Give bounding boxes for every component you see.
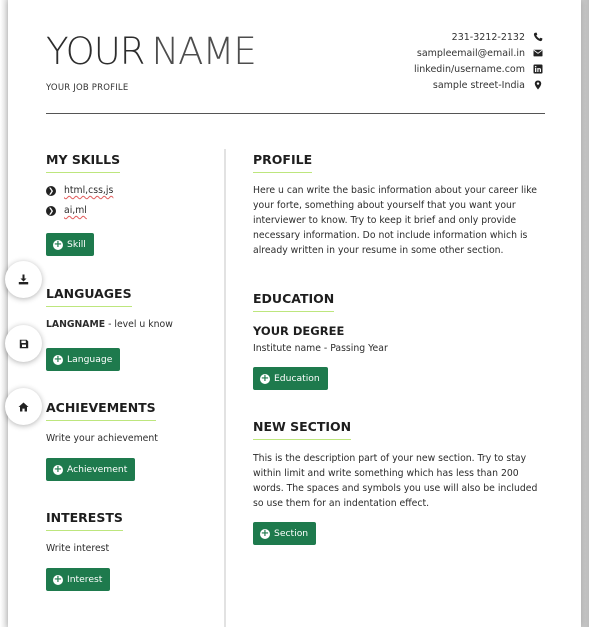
achievement-text[interactable]: Write your achievement — [46, 431, 158, 446]
background-left — [0, 0, 8, 627]
background-right — [581, 0, 589, 627]
languages-heading[interactable]: LANGUAGES — [46, 286, 132, 307]
header-divider — [46, 113, 545, 114]
chevron-right-icon: ❯ — [46, 185, 56, 196]
full-name[interactable]: YOUR NAME — [46, 30, 257, 73]
linkedin-icon — [533, 64, 543, 74]
add-skill-button[interactable]: + Skill — [46, 233, 94, 256]
column-divider — [224, 149, 226, 627]
save-button[interactable] — [5, 325, 42, 362]
interests-heading[interactable]: INTERESTS — [46, 510, 123, 531]
map-marker-icon — [533, 80, 543, 90]
save-icon — [19, 334, 29, 353]
add-language-button[interactable]: + Language — [46, 348, 121, 371]
degree-title[interactable]: YOUR DEGREE — [253, 324, 344, 339]
contact-phone[interactable]: 231-3212-2132 — [414, 29, 543, 45]
add-education-button[interactable]: + Education — [253, 367, 328, 390]
contact-linkedin[interactable]: linkedin/username.com — [414, 61, 543, 77]
add-achievement-button[interactable]: + Achievement — [46, 458, 136, 481]
plus-circle-icon: + — [53, 463, 63, 475]
plus-circle-icon: + — [53, 573, 63, 585]
language-level[interactable]: - level u know — [105, 319, 173, 330]
language-name[interactable]: LANGNAME — [46, 319, 105, 330]
contact-email[interactable]: sampleemail@email.in — [414, 45, 543, 61]
plus-circle-icon: + — [260, 372, 270, 384]
home-icon — [18, 397, 29, 416]
last-name[interactable]: NAME — [152, 30, 257, 73]
phone-icon — [533, 32, 543, 42]
institute-text[interactable]: Institute name - Passing Year — [253, 341, 388, 356]
education-heading[interactable]: EDUCATION — [253, 291, 335, 312]
language-entry[interactable]: LANGNAME - level u know — [46, 317, 173, 332]
plus-circle-icon: + — [53, 238, 63, 250]
profile-text[interactable]: Here u can write the basic information a… — [253, 183, 543, 258]
plus-circle-icon: + — [53, 353, 63, 365]
first-name[interactable]: YOUR — [46, 30, 145, 73]
skills-heading[interactable]: MY SKILLS — [46, 152, 121, 173]
download-button[interactable] — [5, 261, 42, 298]
add-section-button[interactable]: + Section — [253, 522, 317, 545]
add-interest-button[interactable]: + Interest — [46, 568, 111, 591]
new-section-text[interactable]: This is the description part of your new… — [253, 451, 548, 511]
home-button[interactable] — [5, 388, 42, 425]
achievements-heading[interactable]: ACHIEVEMENTS — [46, 400, 156, 421]
contact-block: 231-3212-2132 sampleemail@email.in linke… — [414, 29, 543, 93]
resume-page: YOUR NAME YOUR JOB PROFILE 231-3212-2132 … — [8, 0, 581, 627]
skill-item[interactable]: ❯ html,css,js — [46, 185, 113, 196]
interest-text[interactable]: Write interest — [46, 541, 109, 556]
chevron-right-icon: ❯ — [46, 205, 56, 216]
profile-heading[interactable]: PROFILE — [253, 152, 313, 173]
download-icon — [18, 270, 29, 289]
plus-circle-icon: + — [260, 527, 270, 539]
job-profile[interactable]: YOUR JOB PROFILE — [46, 83, 128, 93]
new-section-heading[interactable]: NEW SECTION — [253, 419, 352, 440]
envelope-icon — [533, 48, 543, 58]
skill-item[interactable]: ❯ ai,ml — [46, 205, 87, 216]
contact-address[interactable]: sample street-India — [414, 77, 543, 93]
